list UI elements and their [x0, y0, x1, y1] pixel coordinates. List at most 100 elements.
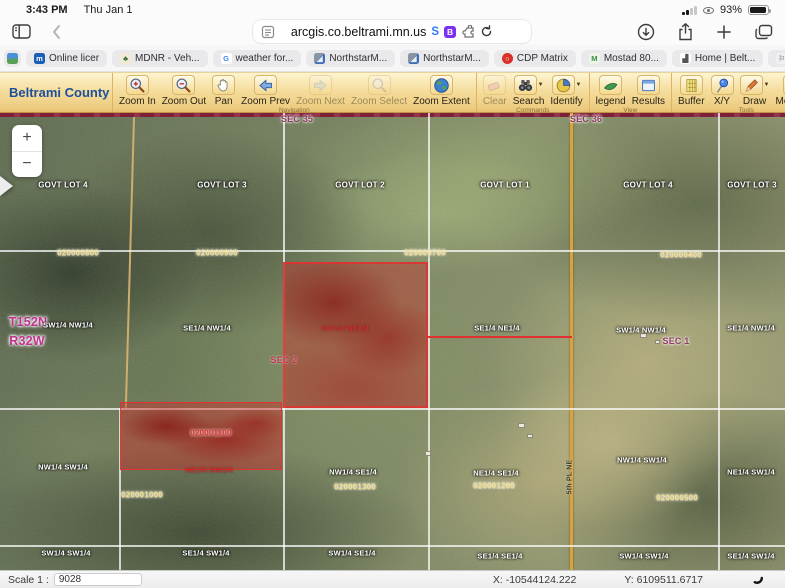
- zoom-select-button: Zoom Select: [349, 74, 409, 107]
- bookmark-online-licer[interactable]: mOnline licer: [26, 50, 107, 67]
- zoom-next-button: Zoom Next: [294, 74, 347, 107]
- sidebar-toggle-icon[interactable]: [12, 24, 31, 39]
- identify-icon: [552, 75, 575, 95]
- back-button-icon[interactable]: [51, 24, 61, 40]
- panel-expand-arrow[interactable]: [0, 176, 13, 196]
- bookmark-northstarm[interactable]: ◢ NorthstarM...: [306, 50, 395, 67]
- reload-icon[interactable]: [480, 25, 493, 38]
- toolbar-group-navigation: Zoom In Zoom Out Pan Zoom PrevZoom Next Zoom…: [112, 73, 476, 112]
- zoom-prev-button[interactable]: Zoom Prev: [239, 74, 292, 107]
- x-coordinate: X: -10544124.222: [493, 574, 577, 586]
- zoom-extent-button[interactable]: Zoom Extent: [411, 74, 472, 107]
- bookmark-favicon: ⚐: [776, 53, 785, 64]
- scale-label: Scale 1 :: [8, 574, 49, 586]
- toolbar-button-label: Draw: [743, 96, 766, 107]
- bookmark-mostad-80[interactable]: M Mostad 80...: [581, 50, 667, 67]
- zoom-out-button[interactable]: Zoom Out: [160, 74, 208, 107]
- app-toolbar: Beltrami County Zoom InZoom OutPanZoom P…: [0, 72, 785, 113]
- eraser-icon: [483, 75, 506, 95]
- bookmark-weather-for[interactable]: Gweather for...: [213, 50, 302, 67]
- battery-icon: [748, 5, 769, 15]
- bookmark-label: NorthstarM...: [329, 53, 387, 64]
- measure-button[interactable]: Measure: [774, 74, 785, 107]
- zoom-in-button[interactable]: +: [12, 125, 42, 152]
- building: [640, 333, 647, 338]
- extension-badge-b[interactable]: B: [444, 26, 456, 38]
- arrow-left-icon: [254, 75, 277, 95]
- buffer-button[interactable]: Buffer: [676, 74, 707, 107]
- extension-badge-s[interactable]: S: [431, 26, 439, 38]
- grid-line-vertical: [428, 113, 430, 570]
- arrow-right-icon: [309, 75, 332, 95]
- bookmark-partial[interactable]: [4, 50, 21, 67]
- grid-line-vertical: [718, 113, 720, 570]
- loading-arc-icon: [751, 572, 763, 587]
- toolbar-group-view: legendResultsView: [589, 73, 671, 112]
- pencil-icon: [740, 75, 763, 95]
- bookmark-favicon: ◢: [314, 53, 325, 64]
- bookmark-favicon: ○: [502, 53, 513, 64]
- selected-parcel-highlight[interactable]: [283, 262, 428, 408]
- x-y-button[interactable]: X/Y: [709, 74, 736, 107]
- bookmark-label: Home | Belt...: [695, 53, 755, 64]
- address-bar[interactable]: arcgis.co.beltrami.mn.us S B: [253, 20, 531, 43]
- toolbar-group-tools: BufferX/Y▼DrawMeasureTools: [671, 73, 785, 112]
- share-icon[interactable]: [678, 23, 693, 41]
- toolbar-groups: Zoom In Zoom Out Pan Zoom PrevZoom Next Zoom…: [112, 73, 785, 112]
- identify-button[interactable]: ▼ Identify: [548, 74, 584, 107]
- zoom-out-icon: [172, 75, 195, 95]
- extensions-puzzle-icon[interactable]: [461, 25, 475, 38]
- bookmark-favicon: G: [221, 53, 232, 64]
- globe-icon: [430, 75, 453, 95]
- tabs-overview-icon[interactable]: [755, 24, 773, 40]
- results-button[interactable]: Results: [630, 74, 667, 107]
- bookmark-cdp-matrix[interactable]: ○CDP Matrix: [494, 50, 576, 67]
- zoom-in-button[interactable]: Zoom In: [117, 74, 158, 107]
- page-settings-icon[interactable]: [261, 25, 275, 39]
- pan-button[interactable]: Pan: [210, 74, 237, 107]
- toolbar-button-label: Zoom Select: [351, 96, 407, 107]
- building: [518, 423, 525, 428]
- y-coordinate: Y: 6109511.6717: [624, 574, 703, 586]
- legend-button[interactable]: legend: [594, 74, 628, 107]
- pan-icon: [212, 75, 235, 95]
- toolbar-button-label: Identify: [550, 96, 582, 107]
- clock: 3:43 PM: [26, 4, 68, 16]
- results-icon: [637, 75, 660, 95]
- toolbar-button-label: Clear: [483, 96, 507, 107]
- new-tab-icon[interactable]: [716, 24, 732, 40]
- toolbar-button-label: X/Y: [714, 96, 730, 107]
- toolbar-button-label: Results: [632, 96, 665, 107]
- zoom-select-icon: [368, 75, 391, 95]
- bookmarks-bar: mOnline licer ♣MDNR - Veh... Gweather for.…: [0, 45, 785, 72]
- bookmark-mdnr-veh[interactable]: ♣MDNR - Veh...: [112, 50, 207, 67]
- scale-input[interactable]: [54, 573, 142, 586]
- chevron-down-icon[interactable]: ▼: [576, 82, 582, 88]
- toolbar-button-label: Pan: [215, 96, 233, 107]
- toolbar-button-label: Measure: [776, 96, 785, 107]
- url-text: arcgis.co.beltrami.mn.us: [291, 25, 426, 39]
- privacy-indicator-icon: [703, 7, 714, 14]
- toolbar-button-label: Zoom In: [119, 96, 156, 107]
- selected-parcel-boundary-line: [428, 336, 572, 338]
- draw-button[interactable]: ▼ Draw: [738, 74, 772, 107]
- zoom-out-button[interactable]: −: [12, 152, 42, 178]
- chevron-down-icon[interactable]: ▼: [764, 82, 770, 88]
- downloads-icon[interactable]: [637, 23, 655, 41]
- chevron-down-icon[interactable]: ▼: [538, 82, 544, 88]
- bookmark-favicon: ◢: [408, 53, 419, 64]
- bookmark-label: Mostad 80...: [604, 53, 659, 64]
- bookmark-favicon: M: [589, 53, 600, 64]
- footer-status-bar: Scale 1 : X: -10544124.222 Y: 6109511.67…: [0, 570, 785, 588]
- bookmark-favicon: m: [34, 53, 45, 64]
- bookmark-northstarm[interactable]: ◢NorthstarM...: [400, 50, 489, 67]
- selected-parcel-highlight[interactable]: [120, 402, 282, 470]
- search-button[interactable]: ▼Search: [511, 74, 547, 107]
- map-canvas[interactable]: SEC 35SEC 36GOVT LOT 4GOVT LOT 3GOVT LOT…: [0, 113, 785, 570]
- bookmark-home-belt[interactable]: ▟Home | Belt...: [672, 50, 763, 67]
- status-bar: 3:43 PM Thu Jan 1 93%: [0, 0, 785, 18]
- toolbar-button-label: Buffer: [678, 96, 705, 107]
- cellular-signal-icon: [682, 6, 697, 15]
- bookmark-interactive[interactable]: ⚐Interactive...: [768, 50, 785, 67]
- grid-line-horizontal: [0, 408, 785, 410]
